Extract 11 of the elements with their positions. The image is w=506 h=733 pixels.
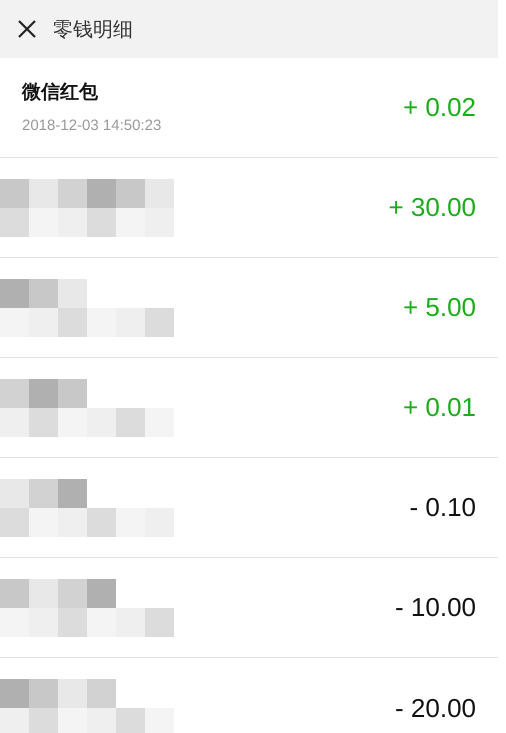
close-icon[interactable] [17,19,37,39]
transaction-amount: + 30.00 [388,191,476,224]
transaction-amount: + 5.00 [402,291,476,324]
transaction-name: 微信红包 [22,80,99,105]
transaction-amount: + 0.01 [402,391,476,424]
transaction-amount: - 20.00 [395,692,476,724]
transaction-amount: - 10.00 [395,591,476,624]
transaction-time: 2018-12-03 14:50:23 [22,116,162,136]
page-title: 零钱明细 [53,16,133,43]
transaction-amount: - 0.10 [410,491,476,524]
transaction-amount: + 0.02 [402,91,476,124]
